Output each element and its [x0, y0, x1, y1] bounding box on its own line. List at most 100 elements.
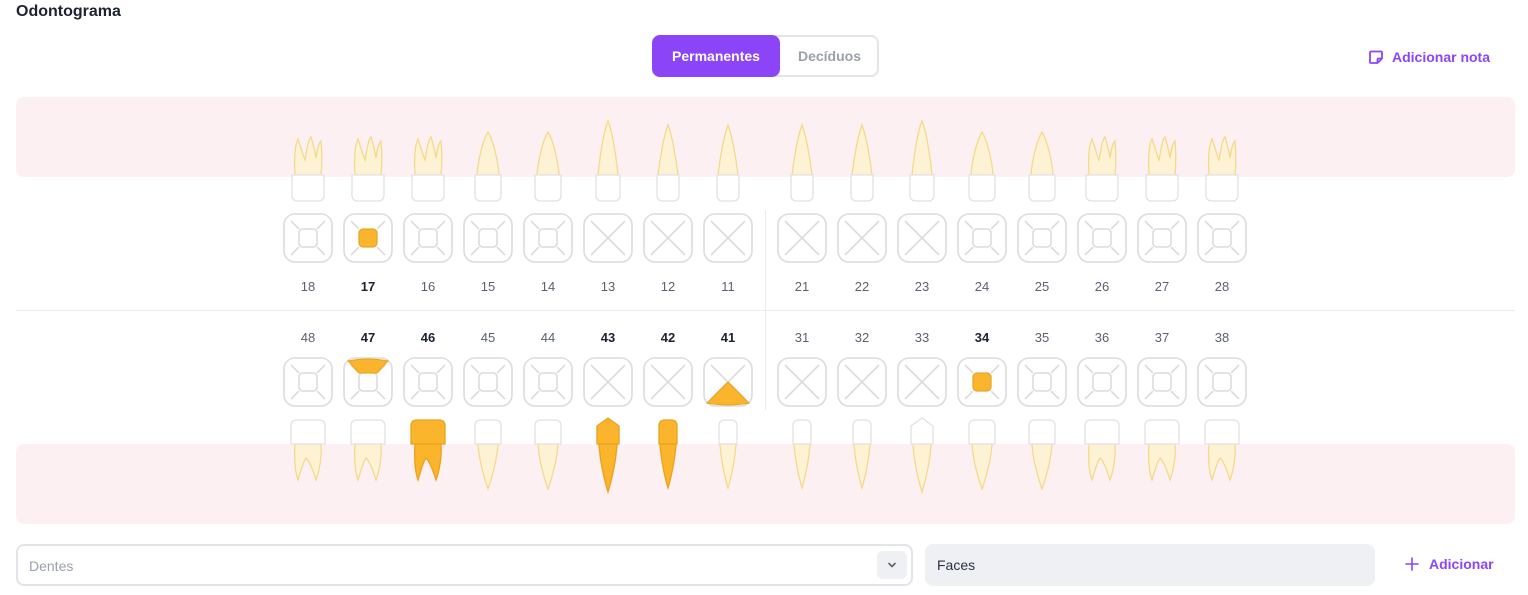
tooth-faces-24[interactable]	[957, 213, 1007, 263]
tooth-faces-26[interactable]	[1077, 213, 1127, 263]
tooth-38[interactable]: 38	[1197, 330, 1247, 483]
tooth-number: 27	[1155, 279, 1169, 294]
tooth-37[interactable]: 37	[1137, 330, 1187, 483]
tooth-faces-42[interactable]	[643, 357, 693, 407]
tooth-24[interactable]: 24	[957, 130, 1007, 294]
tooth-faces-35[interactable]	[1017, 357, 1067, 407]
tooth-faces-28[interactable]	[1197, 213, 1247, 263]
tooth-faces-21[interactable]	[777, 213, 827, 263]
tooth-number: 23	[915, 279, 929, 294]
tooth-46[interactable]: 46	[403, 330, 453, 483]
tooth-35[interactable]: 35	[1017, 330, 1067, 491]
tooth-number: 14	[541, 279, 555, 294]
tooth-34[interactable]: 34	[957, 330, 1007, 491]
tooth-faces-47[interactable]	[343, 357, 393, 407]
tooth-number: 36	[1095, 330, 1109, 345]
tooth-faces-31[interactable]	[777, 357, 827, 407]
tooth-faces-48[interactable]	[283, 357, 333, 407]
tooth-faces-45[interactable]	[463, 357, 513, 407]
tooth-25[interactable]: 25	[1017, 130, 1067, 294]
tooth-faces-17[interactable]	[343, 213, 393, 263]
tooth-faces-18[interactable]	[283, 213, 333, 263]
tooth-15[interactable]: 15	[463, 130, 513, 294]
tooth-number: 24	[975, 279, 989, 294]
tooth-number: 32	[855, 330, 869, 345]
tooth-26[interactable]: 26	[1077, 135, 1127, 294]
tooth-faces-33[interactable]	[897, 357, 947, 407]
tooth-faces-32[interactable]	[837, 357, 887, 407]
tooth-18[interactable]: 18	[283, 135, 333, 294]
tooth-number: 31	[795, 330, 809, 345]
tooth-faces-27[interactable]	[1137, 213, 1187, 263]
tooth-45[interactable]: 45	[463, 330, 513, 491]
tooth-faces-34[interactable]	[957, 357, 1007, 407]
tooth-number: 37	[1155, 330, 1169, 345]
tooth-faces-13[interactable]	[583, 213, 633, 263]
tooth-14[interactable]: 14	[523, 130, 573, 294]
odontogram-chart: 18 17 16 15 14 13 12 11 21 22 23 24 25 26 27 28 48 47 46 45…	[283, 119, 1247, 495]
tooth-36[interactable]: 36	[1077, 330, 1127, 483]
teeth-select[interactable]: Dentes	[16, 544, 913, 586]
tooth-number: 25	[1035, 279, 1049, 294]
tooth-11[interactable]: 11	[703, 123, 753, 294]
tooth-32[interactable]: 32	[837, 330, 887, 491]
tooth-48[interactable]: 48	[283, 330, 333, 483]
tooth-21[interactable]: 21	[777, 123, 827, 294]
tooth-number: 22	[855, 279, 869, 294]
teeth-select-toggle[interactable]	[877, 551, 907, 579]
tooth-number: 44	[541, 330, 555, 345]
add-button-label: Adicionar	[1429, 556, 1494, 572]
tooth-13[interactable]: 13	[583, 119, 633, 294]
tooth-faces-12[interactable]	[643, 213, 693, 263]
tooth-faces-23[interactable]	[897, 213, 947, 263]
tooth-faces-37[interactable]	[1137, 357, 1187, 407]
tooth-23[interactable]: 23	[897, 119, 947, 294]
tooth-number: 18	[301, 279, 315, 294]
tooth-faces-43[interactable]	[583, 357, 633, 407]
tooth-28[interactable]: 28	[1197, 135, 1247, 294]
tooth-17[interactable]: 17	[343, 135, 393, 294]
tooth-faces-16[interactable]	[403, 213, 453, 263]
tooth-41[interactable]: 41	[703, 330, 753, 491]
faces-select[interactable]: Faces	[925, 544, 1375, 586]
tooth-number: 17	[361, 279, 375, 294]
tooth-number: 15	[481, 279, 495, 294]
faces-select-label: Faces	[937, 557, 976, 573]
tooth-faces-41[interactable]	[703, 357, 753, 407]
tooth-faces-36[interactable]	[1077, 357, 1127, 407]
tooth-faces-22[interactable]	[837, 213, 887, 263]
tooth-number: 21	[795, 279, 809, 294]
tooth-44[interactable]: 44	[523, 330, 573, 491]
tooth-number: 35	[1035, 330, 1049, 345]
tooth-number: 11	[721, 279, 735, 294]
tooth-12[interactable]: 12	[643, 123, 693, 294]
tooth-number: 43	[601, 330, 615, 345]
tooth-number: 16	[421, 279, 435, 294]
tooth-faces-25[interactable]	[1017, 213, 1067, 263]
tooth-number: 26	[1095, 279, 1109, 294]
tooth-43[interactable]: 43	[583, 330, 633, 495]
tooth-number: 13	[601, 279, 615, 294]
teeth-select-placeholder: Dentes	[29, 558, 74, 574]
tooth-faces-11[interactable]	[703, 213, 753, 263]
tooth-47[interactable]: 47	[343, 330, 393, 483]
tooth-faces-38[interactable]	[1197, 357, 1247, 407]
tooth-42[interactable]: 42	[643, 330, 693, 491]
tooth-31[interactable]: 31	[777, 330, 827, 491]
tooth-16[interactable]: 16	[403, 135, 453, 294]
tooth-number: 45	[481, 330, 495, 345]
tooth-27[interactable]: 27	[1137, 135, 1187, 294]
chevron-down-icon	[888, 562, 896, 568]
tooth-number: 28	[1215, 279, 1229, 294]
tooth-22[interactable]: 22	[837, 123, 887, 294]
tooth-number: 42	[661, 330, 675, 345]
tooth-33[interactable]: 33	[897, 330, 947, 495]
tooth-number: 12	[661, 279, 675, 294]
tooth-number: 48	[301, 330, 315, 345]
tooth-faces-14[interactable]	[523, 213, 573, 263]
tooth-faces-44[interactable]	[523, 357, 573, 407]
tooth-faces-15[interactable]	[463, 213, 513, 263]
add-button[interactable]: Adicionar	[1405, 556, 1494, 572]
tooth-faces-46[interactable]	[403, 357, 453, 407]
plus-icon	[1405, 557, 1419, 571]
